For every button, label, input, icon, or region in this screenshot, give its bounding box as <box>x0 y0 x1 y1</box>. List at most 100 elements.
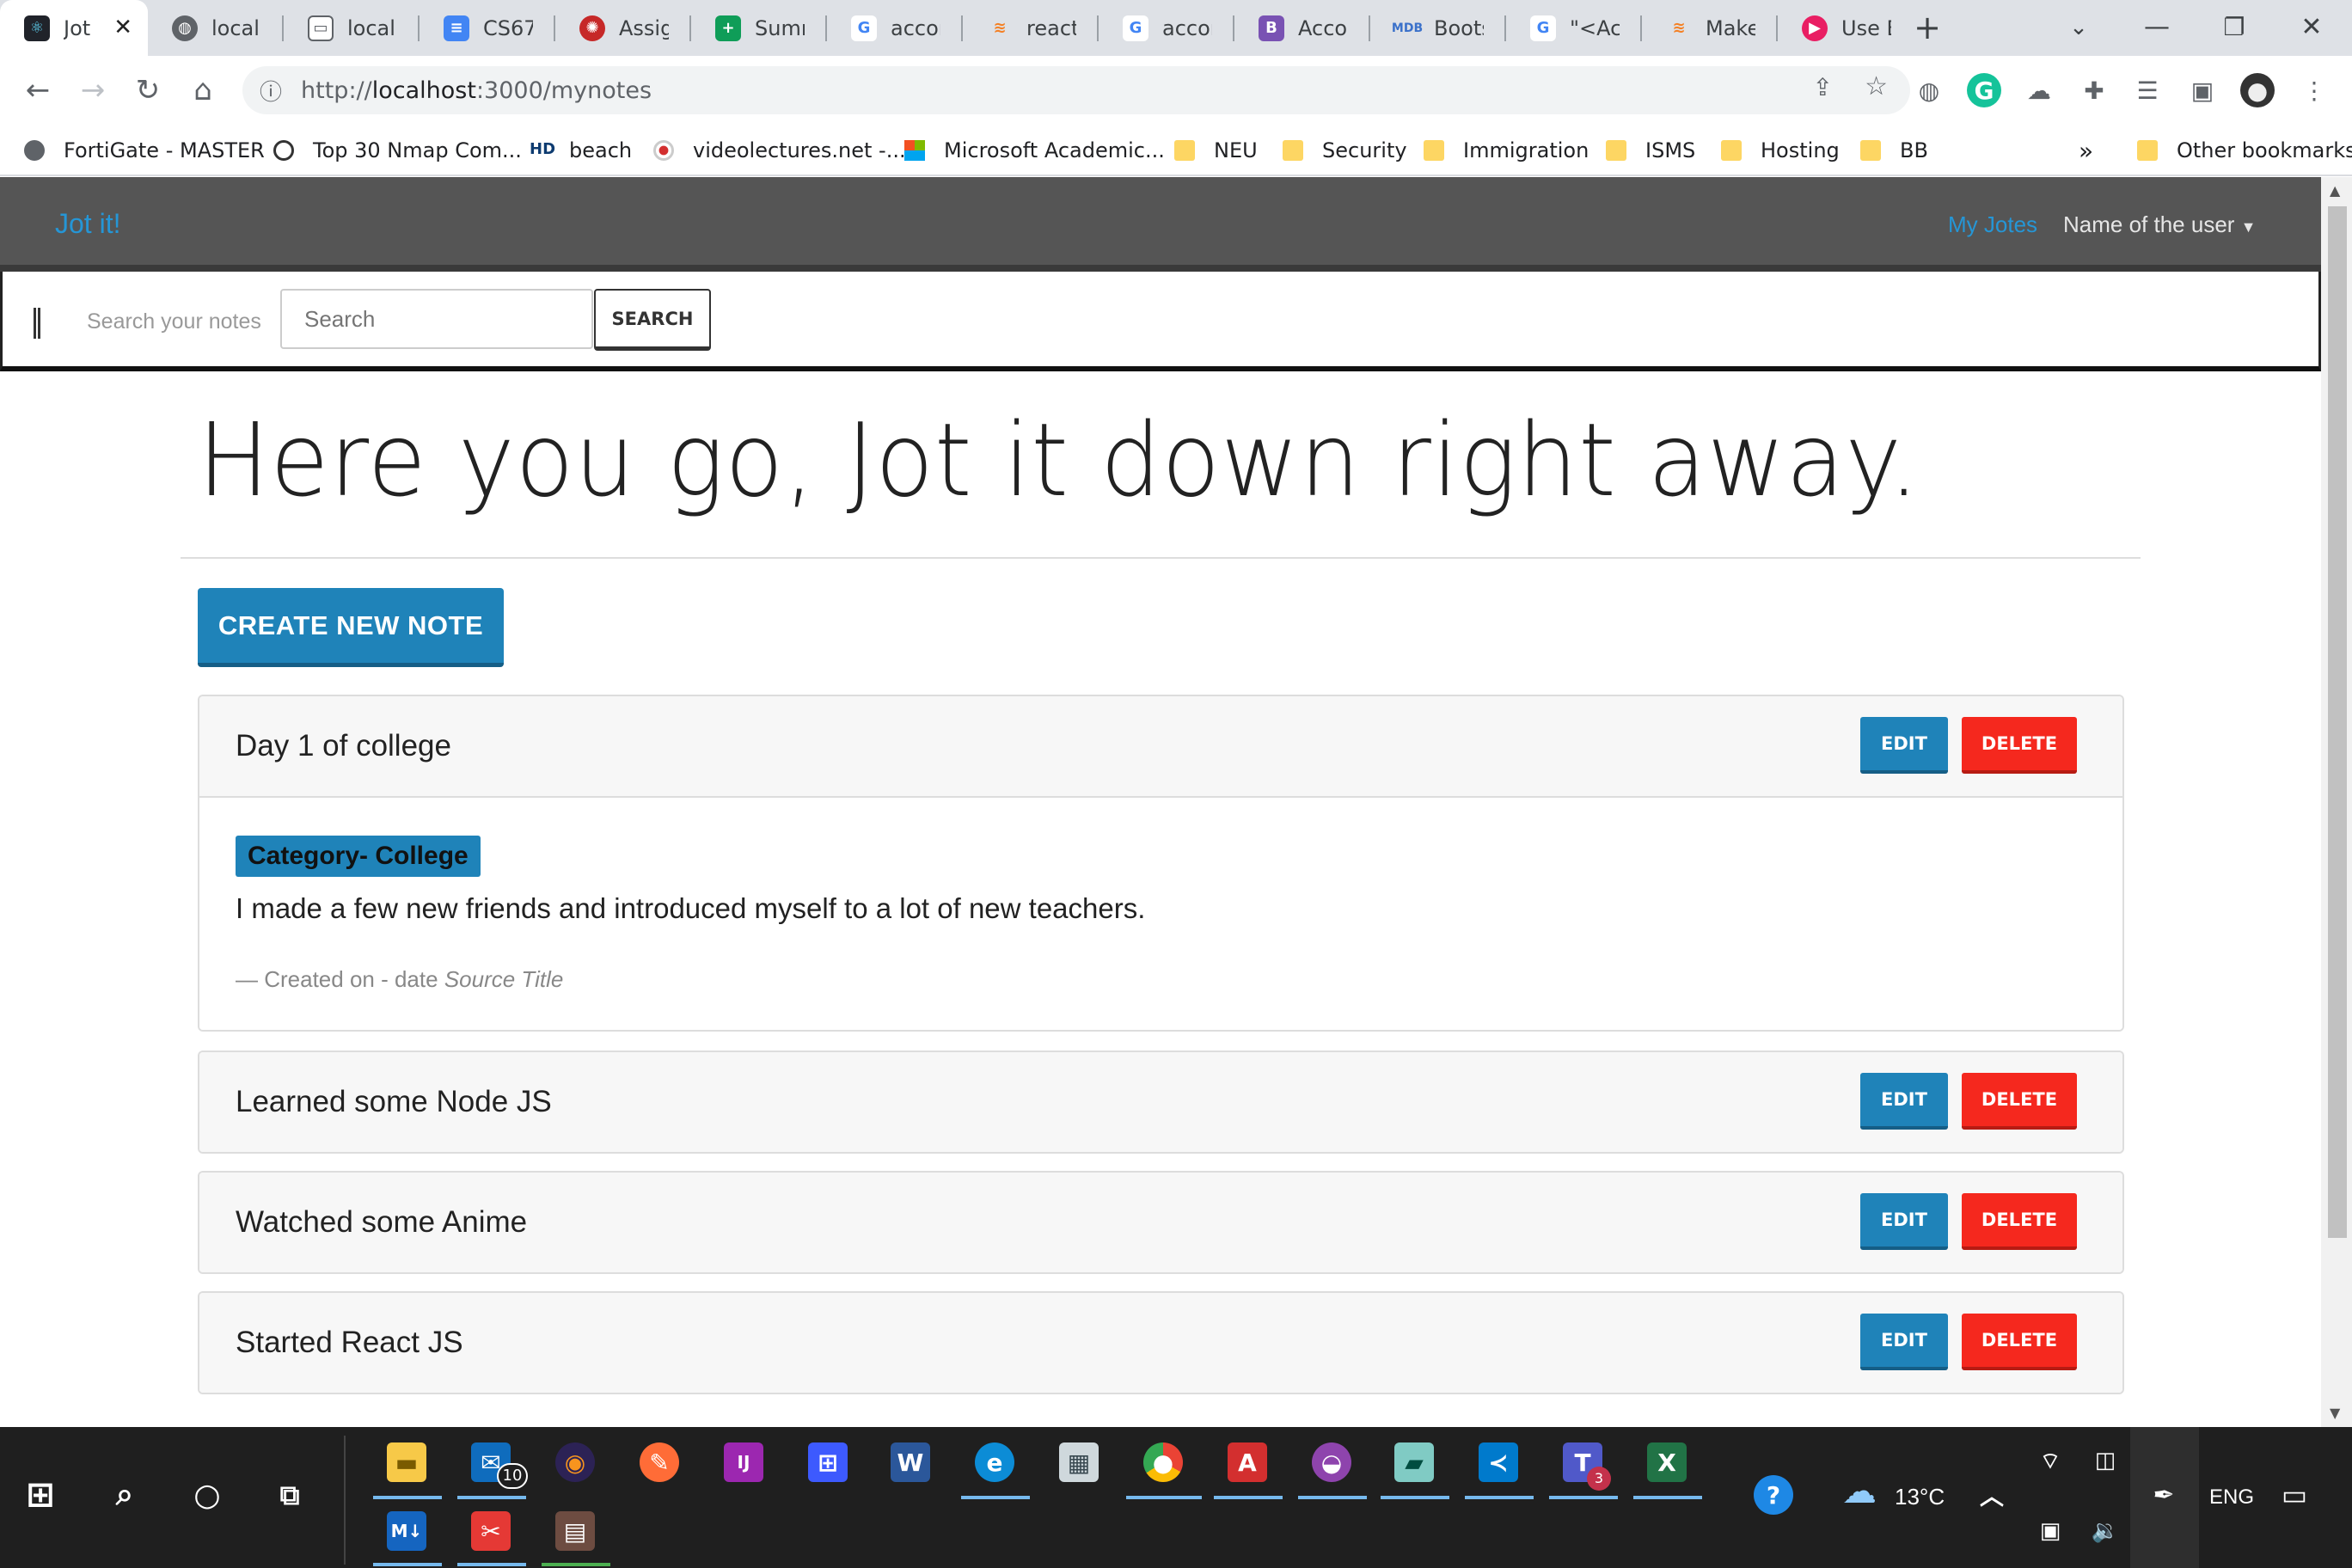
tab-jot[interactable]: ⚛ Jot ✕ <box>0 0 148 56</box>
search-button[interactable]: SEARCH <box>594 289 711 351</box>
task-view-icon[interactable]: ⧉ <box>270 1475 309 1515</box>
eclipse-icon[interactable]: ◉ <box>555 1442 595 1482</box>
scroll-down-arrow-icon[interactable]: ▼ <box>2330 1405 2340 1421</box>
user-dropdown[interactable]: Name of the user ▼ <box>2063 211 2257 238</box>
brand-logo[interactable]: Jot it! <box>55 208 120 240</box>
tab-make-a[interactable]: ≋ Make a <box>1642 0 1776 56</box>
restore-icon[interactable]: ❐ <box>2213 10 2256 45</box>
note-header[interactable]: Started React JS EDIT DELETE <box>199 1293 2122 1393</box>
nav-my-jotes-link[interactable]: My Jotes <box>1948 211 2037 238</box>
battery-saver-icon[interactable]: ▣ <box>2030 1511 2070 1551</box>
edit-button[interactable]: EDIT <box>1860 717 1948 774</box>
tab-localhost-2[interactable]: ▭ localho <box>284 0 418 56</box>
window-close-icon[interactable]: ✕ <box>2290 10 2333 45</box>
grammarly-icon[interactable]: G <box>1967 73 2001 107</box>
cortana-icon[interactable]: ○ <box>187 1475 227 1515</box>
pen-icon[interactable]: ✒ <box>2144 1475 2184 1515</box>
word-icon[interactable]: W <box>891 1442 930 1482</box>
bookmark-beach[interactable]: HD beach <box>530 132 632 169</box>
vscode-icon[interactable]: ≺ <box>1479 1442 1518 1482</box>
bookmark-fortigate[interactable]: FortiGate - MASTER <box>24 132 265 169</box>
forward-arrow-icon[interactable]: → <box>72 70 113 111</box>
edit-button[interactable]: EDIT <box>1860 1314 1948 1370</box>
acrobat-icon[interactable]: A <box>1228 1442 1267 1482</box>
notepad-icon[interactable]: ▰ <box>1394 1442 1434 1482</box>
bookmark-other-bookmarks[interactable]: Other bookmarks <box>2137 132 2352 169</box>
profile-avatar[interactable]: ● <box>2240 73 2275 107</box>
tab-accord-1[interactable]: G accord <box>827 0 961 56</box>
create-new-note-button[interactable]: CREATE NEW NOTE <box>198 588 504 667</box>
intellij-icon[interactable]: IJ <box>724 1442 763 1482</box>
chrome-icon[interactable]: ● <box>1143 1442 1183 1482</box>
show-hidden-icons-chevron[interactable]: ︿ <box>1972 1475 2012 1515</box>
address-bar[interactable]: ⓘ http://localhost:3000/mynotes ⇪ ☆ <box>242 66 1910 114</box>
share-icon[interactable]: ⇪ <box>1813 73 1833 101</box>
bookmark-videolectures[interactable]: videolectures.net -... <box>653 132 906 169</box>
delete-button[interactable]: DELETE <box>1962 717 2077 774</box>
delete-button[interactable]: DELETE <box>1962 1073 2077 1130</box>
extension-globe-icon[interactable]: ◍ <box>1912 73 1946 107</box>
note-header[interactable]: Day 1 of college EDIT DELETE <box>199 696 2122 796</box>
reading-list-icon[interactable]: ☰ <box>2130 73 2165 107</box>
tab-bootstrap[interactable]: MDB Bootstr <box>1370 0 1504 56</box>
wifi-icon[interactable]: ⌔ <box>2030 1441 2070 1480</box>
github-desktop-icon[interactable]: ◒ <box>1312 1442 1351 1482</box>
postman-icon[interactable]: ✎ <box>640 1442 679 1482</box>
tab-reactjs[interactable]: ≋ reactjs <box>963 0 1097 56</box>
snipping-tool-icon[interactable]: ✂ <box>471 1511 511 1551</box>
delete-button[interactable]: DELETE <box>1962 1193 2077 1250</box>
scroll-up-arrow-icon[interactable]: ▲ <box>2330 182 2340 199</box>
tab-use-bo[interactable]: ▶ Use Bo <box>1778 0 1912 56</box>
tab-assign[interactable]: ✺ Assign <box>555 0 689 56</box>
file-explorer-icon[interactable]: ▬ <box>387 1442 426 1482</box>
winrar-icon[interactable]: ▤ <box>555 1511 595 1551</box>
new-tab-plus-icon[interactable]: + <box>1910 10 1945 45</box>
network-icon[interactable]: ⊞ <box>808 1442 848 1482</box>
edit-button[interactable]: EDIT <box>1860 1073 1948 1130</box>
bookmarks-overflow-chevron[interactable]: » <box>2079 132 2093 169</box>
extension-cloud-icon[interactable]: ☁ <box>2022 73 2056 107</box>
extensions-puzzle-icon[interactable]: ✚ <box>2077 73 2111 107</box>
side-panel-icon[interactable]: ▣ <box>2185 73 2220 107</box>
excel-icon[interactable]: X <box>1647 1442 1687 1482</box>
bookmark-folder-hosting[interactable]: Hosting <box>1721 132 1840 169</box>
tab-localhost-1[interactable]: ◍ localho <box>148 0 282 56</box>
weather-temperature[interactable]: 13°C <box>1895 1484 1945 1510</box>
search-icon[interactable]: ⌕ <box>105 1475 144 1515</box>
menu-kebab-icon[interactable]: ⋮ <box>2297 73 2331 107</box>
bookmark-star-icon[interactable]: ☆ <box>1865 71 1888 101</box>
windows-start-icon[interactable]: ⊞ <box>21 1475 60 1515</box>
markdown-icon[interactable]: M↓ <box>387 1511 426 1551</box>
tab-search-chevron-icon[interactable]: ⌄ <box>2061 10 2096 45</box>
edit-button[interactable]: EDIT <box>1860 1193 1948 1250</box>
notifications-icon[interactable]: ▭ <box>2275 1475 2314 1515</box>
back-arrow-icon[interactable]: ← <box>17 70 58 111</box>
monitor-icon[interactable]: ▦ <box>1059 1442 1099 1482</box>
tab-accord-2[interactable]: G accord <box>1099 0 1233 56</box>
bookmark-folder-security[interactable]: Security <box>1283 132 1407 169</box>
reload-icon[interactable]: ↻ <box>127 70 168 111</box>
info-icon[interactable]: ⓘ <box>260 75 282 107</box>
scrollbar-thumb[interactable] <box>2328 206 2347 1238</box>
weather-cloud-icon[interactable]: ☁ <box>1840 1472 1879 1511</box>
camera-icon[interactable]: ◫ <box>2086 1441 2125 1480</box>
tab-accord-3[interactable]: B Accord <box>1234 0 1369 56</box>
search-input[interactable] <box>280 289 593 349</box>
note-header[interactable]: Learned some Node JS EDIT DELETE <box>199 1052 2122 1152</box>
bookmark-microsoft-academic[interactable]: Microsoft Academic... <box>904 132 1165 169</box>
bookmark-nmap[interactable]: Top 30 Nmap Com... <box>273 132 522 169</box>
edge-icon[interactable]: e <box>975 1442 1014 1482</box>
tab-summer[interactable]: + Summe <box>691 0 825 56</box>
tab-cs676[interactable]: ≡ CS676C <box>420 0 554 56</box>
input-language[interactable]: ENG <box>2209 1485 2254 1510</box>
help-icon[interactable]: ? <box>1754 1475 1793 1515</box>
delete-button[interactable]: DELETE <box>1962 1314 2077 1370</box>
page-scrollbar[interactable]: ▲ ▼ <box>2321 177 2352 1427</box>
note-header[interactable]: Watched some Anime EDIT DELETE <box>199 1173 2122 1272</box>
tab-acco-quote[interactable]: G "<Acco <box>1506 0 1640 56</box>
bookmark-folder-bb[interactable]: BB <box>1860 132 1928 169</box>
home-icon[interactable]: ⌂ <box>182 70 224 111</box>
bookmark-folder-immigration[interactable]: Immigration <box>1424 132 1589 169</box>
bookmark-folder-neu[interactable]: NEU <box>1174 132 1258 169</box>
minimize-icon[interactable]: — <box>2135 10 2178 45</box>
